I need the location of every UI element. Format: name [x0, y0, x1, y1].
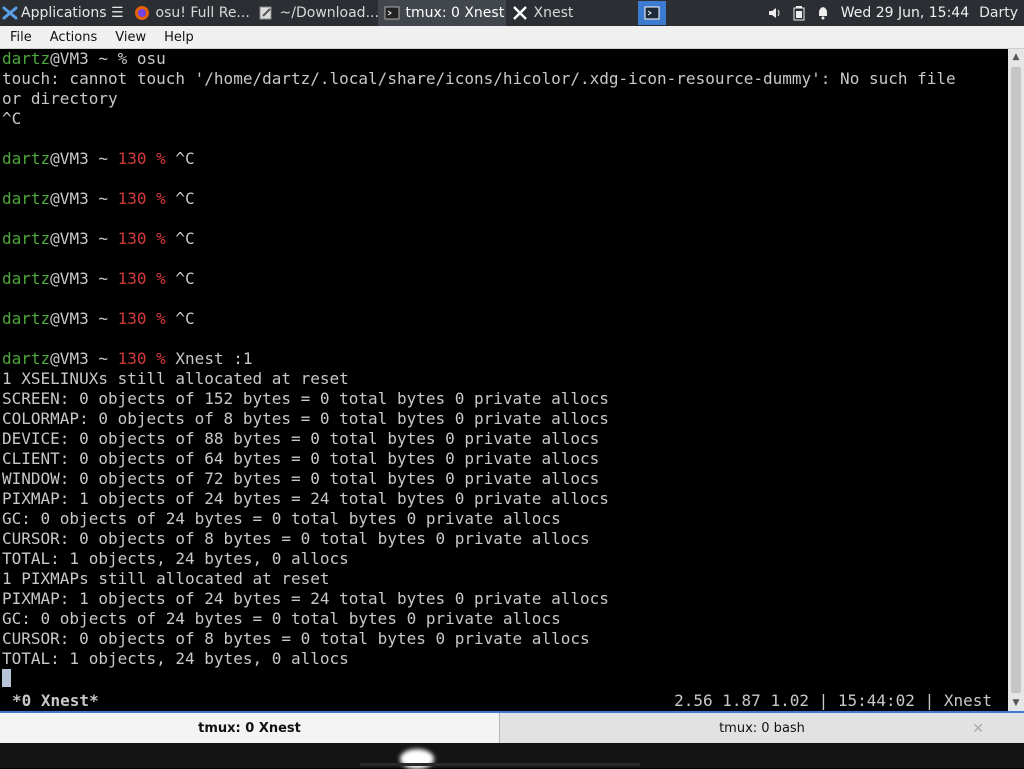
- terminal-tab-bar: tmux: 0 Xnest tmux: 0 bash ✕: [0, 711, 1024, 743]
- user-name[interactable]: Darty: [979, 5, 1018, 21]
- text-editor-icon: [258, 5, 274, 21]
- output-line: TOTAL: 1 objects, 24 bytes, 0 allocs: [2, 549, 349, 568]
- tab-tmux-bash[interactable]: tmux: 0 bash ✕: [500, 713, 1024, 743]
- prompt-line: dartz@VM3 ~ % osu: [2, 49, 166, 68]
- output-line: DEVICE: 0 objects of 88 bytes = 0 total …: [2, 429, 600, 448]
- desktop-background: [0, 743, 1024, 769]
- output-line: ^C: [2, 109, 22, 128]
- prompt-line: dartz@VM3 ~ 130 % ^C: [2, 269, 195, 288]
- output-line: WINDOW: 0 objects of 72 bytes = 0 total …: [2, 469, 600, 488]
- firefox-icon: [134, 5, 150, 21]
- tab-label: tmux: 0 Xnest: [198, 720, 301, 736]
- scrollbar-thumb[interactable]: [1011, 67, 1021, 693]
- terminal-scrollbar[interactable]: ▲ ▼: [1008, 49, 1024, 711]
- scroll-up-arrow-icon[interactable]: ▲: [1008, 49, 1024, 65]
- taskbar-item-tmux[interactable]: tmux: 0 Xnest: [377, 0, 506, 26]
- output-line: or directory: [2, 89, 118, 108]
- background-line: [360, 763, 640, 766]
- output-line: COLORMAP: 0 objects of 8 bytes = 0 total…: [2, 409, 609, 428]
- taskbar-item-label: ~/Download...: [279, 5, 378, 21]
- terminal-launcher-button[interactable]: [637, 1, 666, 25]
- cursor-line: [0, 669, 1008, 689]
- output-line: SCREEN: 0 objects of 152 bytes = 0 total…: [2, 389, 609, 408]
- output-line: GC: 0 objects of 24 bytes = 0 total byte…: [2, 509, 561, 528]
- xfce-logo-icon: [2, 6, 18, 20]
- menu-help[interactable]: Help: [154, 30, 202, 45]
- battery-icon[interactable]: [793, 5, 805, 21]
- prompt-line: dartz@VM3 ~ 130 % Xnest :1: [2, 349, 253, 368]
- output-line: PIXMAP: 1 objects of 24 bytes = 24 total…: [2, 589, 609, 608]
- terminal-cursor: [2, 669, 11, 687]
- taskbar-item-label: tmux: 0 Xnest: [405, 5, 505, 21]
- taskbar-item-download[interactable]: ~/Download...: [252, 0, 378, 26]
- top-panel: Applications ☰ osu! Full Re... ~/Downloa…: [0, 0, 1024, 26]
- prompt-line: dartz@VM3 ~ 130 % ^C: [2, 309, 195, 328]
- menu-view[interactable]: View: [105, 30, 154, 45]
- applications-menu-button[interactable]: Applications ☰: [0, 0, 128, 26]
- prompt-line: dartz@VM3 ~ 130 % ^C: [2, 149, 195, 168]
- taskbar-item-label: Xnest: [533, 5, 574, 21]
- taskbar-item-xnest[interactable]: Xnest: [506, 0, 632, 26]
- output-line: touch: cannot touch '/home/dartz/.local/…: [2, 69, 956, 88]
- terminal-launcher-icon: [644, 6, 660, 20]
- menu-file[interactable]: File: [0, 30, 40, 45]
- terminal-icon: [384, 5, 400, 21]
- terminal-menubar: File Actions View Help: [0, 26, 1024, 49]
- x-logo-icon: [512, 5, 528, 21]
- close-icon[interactable]: ✕: [972, 721, 984, 737]
- notification-bell-icon[interactable]: [815, 5, 831, 21]
- clock[interactable]: Wed 29 Jun, 15:44: [841, 5, 969, 21]
- taskbar-item-firefox[interactable]: osu! Full Re...: [128, 0, 252, 26]
- tab-label: tmux: 0 bash: [719, 720, 805, 736]
- output-line: CURSOR: 0 objects of 8 bytes = 0 total b…: [2, 629, 590, 648]
- prompt-line: dartz@VM3 ~ 130 % ^C: [2, 189, 195, 208]
- background-glow: [400, 749, 434, 769]
- output-line: 1 XSELINUXs still allocated at reset: [2, 369, 349, 388]
- system-tray: Wed 29 Jun, 15:44 Darty: [767, 5, 1024, 21]
- prompt-line: dartz@VM3 ~ 130 % ^C: [2, 229, 195, 248]
- output-line: TOTAL: 1 objects, 24 bytes, 0 allocs: [2, 649, 349, 668]
- menu-actions[interactable]: Actions: [40, 30, 106, 45]
- output-line: CLIENT: 0 objects of 64 bytes = 0 total …: [2, 449, 600, 468]
- taskbar-item-label: osu! Full Re...: [155, 5, 250, 21]
- applications-label: Applications ☰: [21, 5, 124, 21]
- output-line: GC: 0 objects of 24 bytes = 0 total byte…: [2, 609, 561, 628]
- scroll-down-arrow-icon[interactable]: ▼: [1008, 695, 1024, 711]
- terminal-output[interactable]: dartz@VM3 ~ % osu touch: cannot touch '/…: [0, 49, 1008, 711]
- output-line: 1 PIXMAPs still allocated at reset: [2, 569, 330, 588]
- tmux-window-name[interactable]: *0 Xnest*: [12, 691, 99, 711]
- tmux-status-right: 2.56 1.87 1.02 | 15:44:02 | Xnest: [674, 691, 992, 710]
- tmux-status-bar: *0 Xnest* 2.56 1.87 1.02 | 15:44:02 | Xn…: [0, 691, 1008, 711]
- volume-icon[interactable]: [767, 5, 783, 21]
- output-line: CURSOR: 0 objects of 8 bytes = 0 total b…: [2, 529, 590, 548]
- output-line: PIXMAP: 1 objects of 24 bytes = 24 total…: [2, 489, 609, 508]
- tab-tmux-xnest[interactable]: tmux: 0 Xnest: [0, 713, 500, 743]
